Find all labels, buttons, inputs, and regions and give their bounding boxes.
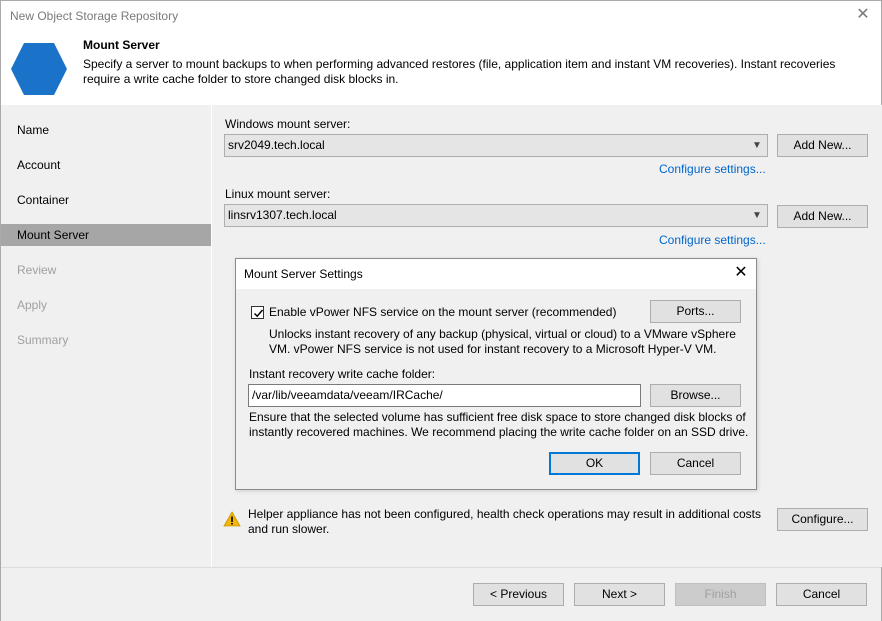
dialog-cancel-button[interactable]: Cancel [650, 452, 741, 475]
mount-server-settings-dialog: Mount Server Settings ✕ Enable vPower NF… [235, 258, 757, 490]
close-icon[interactable]: ✕ [734, 265, 748, 281]
enable-vpower-nfs-checkbox[interactable] [251, 306, 264, 319]
previous-button[interactable]: < Previous [473, 583, 564, 606]
windows-mount-server-select[interactable]: srv2049.tech.local ▼ [224, 134, 768, 157]
windows-add-new-button[interactable]: Add New... [777, 134, 868, 157]
wizard-steps: Name Account Container Mount Server Revi… [1, 105, 211, 567]
warning-icon [223, 511, 241, 527]
browse-button[interactable]: Browse... [650, 384, 741, 407]
configure-helper-button[interactable]: Configure... [777, 508, 868, 531]
write-cache-note: Ensure that the selected volume has suff… [249, 410, 749, 439]
page-title: Mount Server [83, 38, 160, 52]
windows-mount-server-value: srv2049.tech.local [228, 138, 325, 152]
enable-vpower-nfs-label[interactable]: Enable vPower NFS service on the mount s… [269, 305, 616, 319]
wizard-window: New Object Storage Repository ✕ Mount Se… [0, 0, 882, 621]
chevron-down-icon: ▼ [752, 140, 762, 151]
finish-button: Finish [675, 583, 766, 606]
wizard-footer: < Previous Next > Finish Cancel [1, 567, 881, 621]
step-name[interactable]: Name [1, 119, 211, 141]
window-title: New Object Storage Repository [10, 9, 179, 23]
page-description: Specify a server to mount backups to whe… [83, 57, 836, 86]
windows-configure-settings-link[interactable]: Configure settings... [659, 162, 766, 176]
checkmark-icon [253, 309, 264, 318]
windows-mount-server-label: Windows mount server: [225, 117, 351, 131]
vpower-nfs-note: Unlocks instant recovery of any backup (… [269, 327, 736, 356]
cancel-button[interactable]: Cancel [776, 583, 867, 606]
linux-mount-server-value: linsrv1307.tech.local [228, 208, 337, 222]
hexagon-icon [11, 43, 67, 95]
step-container[interactable]: Container [1, 189, 211, 211]
step-account[interactable]: Account [1, 154, 211, 176]
dialog-titlebar: Mount Server Settings ✕ [236, 259, 756, 289]
step-review: Review [17, 263, 57, 277]
write-cache-folder-label: Instant recovery write cache folder: [249, 367, 436, 381]
close-icon[interactable]: ✕ [855, 6, 871, 24]
ports-button[interactable]: Ports... [650, 300, 741, 323]
wizard-header: Mount Server Specify a server to mount b… [1, 31, 881, 105]
dialog-title: Mount Server Settings [244, 267, 363, 281]
linux-add-new-button[interactable]: Add New... [777, 205, 868, 228]
window-titlebar: New Object Storage Repository ✕ [1, 1, 881, 31]
step-apply: Apply [17, 298, 48, 312]
chevron-down-icon: ▼ [752, 210, 762, 221]
ok-button[interactable]: OK [549, 452, 640, 475]
linux-mount-server-select[interactable]: linsrv1307.tech.local ▼ [224, 204, 768, 227]
next-button[interactable]: Next > [574, 583, 665, 606]
linux-configure-settings-link[interactable]: Configure settings... [659, 233, 766, 247]
step-summary: Summary [17, 333, 69, 347]
linux-mount-server-label: Linux mount server: [225, 187, 331, 201]
step-mount-server[interactable]: Mount Server [1, 224, 211, 246]
write-cache-folder-input[interactable]: /var/lib/veeamdata/veeam/IRCache/ [248, 384, 641, 407]
helper-appliance-warning: Helper appliance has not been configured… [248, 507, 761, 536]
